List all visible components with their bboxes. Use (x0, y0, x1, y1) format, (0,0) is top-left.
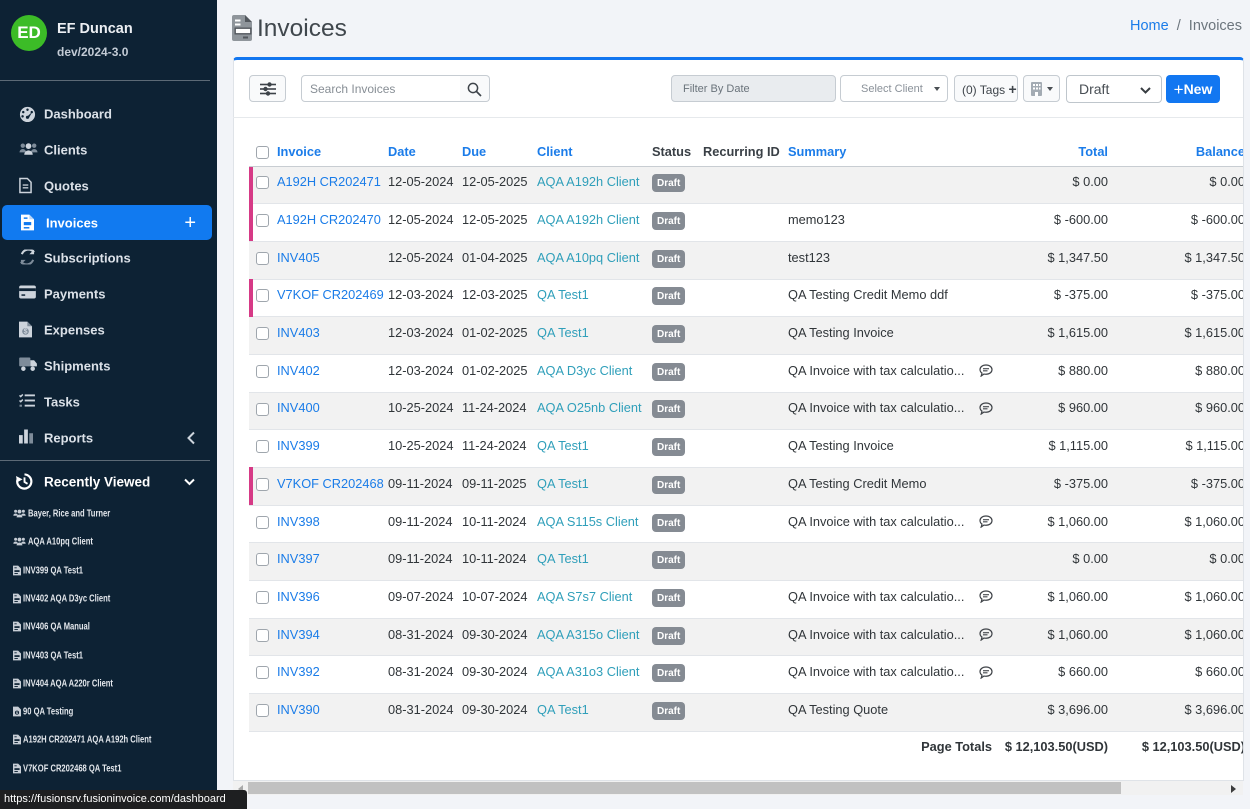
svg-text:$: $ (24, 329, 28, 336)
